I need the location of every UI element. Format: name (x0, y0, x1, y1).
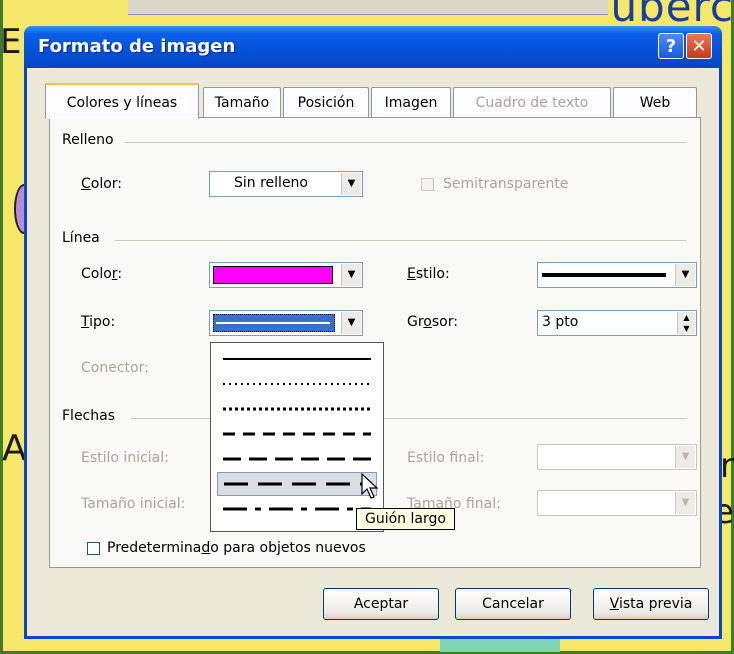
tab-colores-y-lineas[interactable]: Colores y líneas (45, 83, 199, 119)
chevron-down-icon[interactable]: ▼ (341, 264, 361, 286)
grosor-input[interactable]: 3 pto ▲ ▼ (537, 310, 697, 336)
background-letter: E (0, 22, 22, 62)
page-border-left (0, 0, 3, 654)
tamano-final-select: ▼ (537, 490, 697, 516)
chevron-down-icon: ▼ (675, 492, 695, 514)
dialog-title: Formato de imagen (38, 36, 236, 57)
dialog-titlebar[interactable]: Formato de imagen ? ✕ (24, 26, 722, 68)
vista-previa-button[interactable]: Vista previa (593, 588, 709, 620)
line-type-option[interactable] (217, 422, 377, 446)
linea-color-label: Color: (81, 266, 123, 282)
chevron-down-icon[interactable]: ▼ (675, 264, 695, 286)
line-long-dash-dot (223, 507, 371, 511)
mouse-cursor-icon (361, 472, 379, 499)
semitransparente-label: Semitransparente (443, 176, 569, 192)
section-flechas: Flechas (62, 408, 115, 424)
relleno-color-label: Color: (81, 176, 123, 192)
line-square-dot (223, 407, 371, 411)
tab-label: Colores y líneas (66, 95, 178, 111)
tab-label: Posición (297, 95, 355, 111)
line-type-dropdown[interactable] (210, 342, 384, 532)
close-button[interactable]: ✕ (686, 33, 712, 59)
format-picture-dialog: Formato de imagen ? ✕ Colores y líneas T… (24, 26, 722, 639)
cancelar-button[interactable]: Cancelar (455, 588, 571, 620)
line-round-dot (223, 383, 371, 385)
predeterminado-label: Predeterminado para objetos nuevos (107, 540, 366, 556)
estilo-select[interactable]: ▼ (537, 262, 697, 288)
chevron-down-icon: ▼ (675, 446, 695, 468)
tamano-inicial-label: Tamaño inicial: (81, 496, 186, 512)
relleno-color-select[interactable]: Sin relleno ▼ (209, 171, 363, 197)
estilo-final-select: ▼ (537, 444, 697, 470)
background-letter: A (2, 428, 27, 469)
line-type-option[interactable] (217, 347, 377, 371)
tab-posicion[interactable]: Posición (283, 87, 369, 117)
section-relleno: Relleno (62, 132, 114, 148)
tab-label: Cuadro de texto (475, 95, 589, 111)
background-letter: r (720, 446, 734, 486)
line-type-option-highlighted[interactable] (217, 472, 377, 496)
chevron-down-icon[interactable]: ▼ (341, 173, 361, 195)
tipo-select[interactable]: ▼ (209, 310, 363, 336)
line-long-dash (224, 482, 372, 486)
divider (125, 142, 687, 143)
estilo-final-label: Estilo final: (407, 450, 485, 466)
tab-label: Web (639, 95, 671, 111)
line-dash-dot (223, 457, 371, 461)
section-linea: Línea (62, 230, 100, 246)
conector-label: Conector: (81, 360, 149, 376)
estilo-inicial-label: Estilo inicial: (81, 450, 169, 466)
aceptar-button[interactable]: Aceptar (323, 588, 439, 620)
spinner-icon[interactable]: ▲ ▼ (677, 312, 695, 334)
tab-web[interactable]: Web (613, 87, 697, 117)
tab-label: Imagen (384, 95, 438, 111)
help-button[interactable]: ? (658, 33, 684, 59)
estilo-label: Estilo: (407, 266, 450, 282)
line-type-option[interactable] (217, 447, 377, 471)
tab-tamano[interactable]: Tamaño (203, 87, 281, 117)
linea-color-select[interactable]: ▼ (209, 262, 363, 288)
line-dash (223, 432, 371, 436)
chevron-down-icon[interactable]: ▼ (341, 312, 361, 334)
divider (115, 240, 687, 241)
line-style-preview (542, 273, 666, 277)
tooltip: Guión largo (356, 508, 455, 530)
selected-line-type (213, 314, 335, 332)
relleno-color-value: Sin relleno (234, 175, 308, 191)
grosor-label: Grosor: (407, 314, 458, 330)
line-type-option[interactable] (217, 372, 377, 396)
tab-imagen[interactable]: Imagen (371, 87, 451, 117)
semitransparente-checkbox (421, 178, 434, 191)
tab-label: Tamaño (214, 95, 270, 111)
predeterminado-checkbox[interactable] (87, 542, 100, 555)
line-type-option[interactable] (217, 397, 377, 421)
grosor-value: 3 pto (542, 314, 579, 330)
toolbar-strip (128, 0, 608, 15)
line-solid (223, 358, 371, 360)
line-type-preview (216, 322, 330, 324)
tipo-label: Tipo: (81, 314, 116, 330)
line-type-option[interactable] (217, 497, 377, 521)
color-swatch (213, 266, 333, 284)
tab-cuadro-de-texto: Cuadro de texto (453, 87, 611, 117)
